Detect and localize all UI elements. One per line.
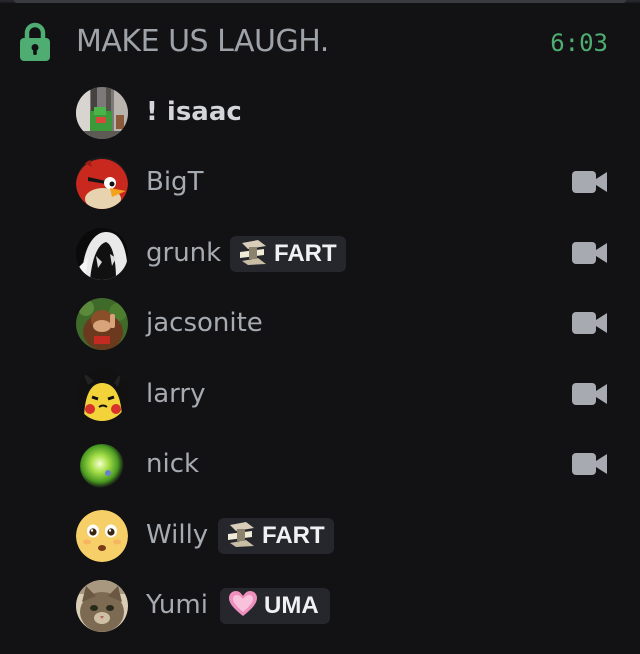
username: ! isaac: [146, 97, 242, 127]
role-badge[interactable]: FART: [218, 518, 334, 554]
tan-emblem-icon: [226, 520, 256, 552]
username: BigT: [146, 167, 204, 197]
video-camera-icon: [572, 169, 608, 195]
voice-user-row[interactable]: BigT: [0, 153, 640, 213]
red-bird-avatar[interactable]: [76, 157, 128, 209]
tan-emblem-icon: [238, 238, 268, 270]
username: grunk: [146, 238, 222, 268]
role-badge-label: FART: [262, 522, 325, 549]
role-badge-label: UMA: [264, 592, 319, 619]
username: nick: [146, 449, 200, 479]
video-camera-icon: [572, 381, 608, 407]
voice-user-row[interactable]: larry: [0, 365, 640, 425]
username: Yumi: [146, 590, 208, 620]
green-orb-avatar[interactable]: [76, 439, 128, 491]
voice-channel-header[interactable]: MAKE US LAUGH. 6:03: [0, 14, 640, 70]
role-badge[interactable]: FART: [230, 236, 346, 272]
pink-heart-icon: [228, 590, 258, 622]
role-badge-label: FART: [274, 240, 337, 267]
masked-figure-avatar[interactable]: [76, 228, 128, 280]
yellow-creature-avatar[interactable]: [76, 369, 128, 421]
call-timer: 6:03: [550, 29, 608, 57]
cat-avatar[interactable]: [76, 580, 128, 632]
smiley-face-avatar[interactable]: [76, 510, 128, 562]
voice-user-row[interactable]: grunk FART: [0, 224, 640, 284]
video-camera-icon: [572, 310, 608, 336]
lock-icon: [18, 22, 52, 62]
voice-user-row[interactable]: Yumi UMA: [0, 576, 640, 636]
username: jacsonite: [146, 308, 263, 338]
pixel-art-avatar[interactable]: [76, 87, 128, 139]
username: Willy: [146, 520, 209, 550]
ape-avatar[interactable]: [76, 298, 128, 350]
video-camera-icon: [572, 451, 608, 477]
channel-name: MAKE US LAUGH.: [76, 24, 329, 59]
video-camera-icon: [572, 240, 608, 266]
role-badge[interactable]: UMA: [220, 588, 330, 624]
voice-user-row[interactable]: Willy FART: [0, 506, 640, 566]
voice-user-row[interactable]: ! isaac: [0, 83, 640, 143]
top-divider: [0, 0, 640, 3]
username: larry: [146, 379, 206, 409]
voice-user-row[interactable]: nick: [0, 435, 640, 495]
voice-user-row[interactable]: jacsonite: [0, 294, 640, 354]
